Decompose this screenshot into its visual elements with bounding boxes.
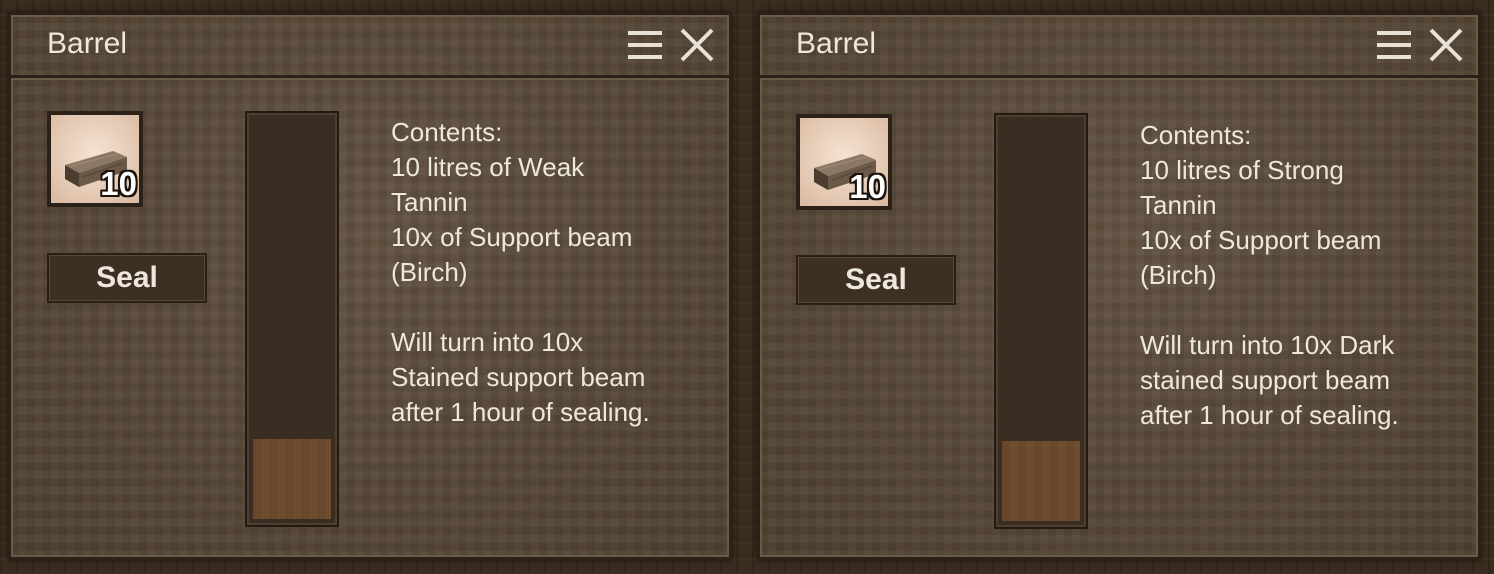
- result-line: Will turn into 10x Dark: [1140, 330, 1395, 360]
- contents-line: 10x of Support beam: [391, 222, 633, 252]
- contents-line: 10 litres of Strong: [1140, 155, 1344, 185]
- result-line: stained support beam: [1140, 365, 1391, 395]
- contents-line: (Birch): [1140, 260, 1217, 290]
- contents-line: (Birch): [391, 257, 468, 287]
- fluid-gauge: [994, 113, 1088, 529]
- item-count: 10: [100, 165, 137, 202]
- menu-icon[interactable]: [627, 27, 663, 63]
- contents-line: Contents:: [1140, 120, 1252, 150]
- dialog-title: Barrel: [796, 27, 877, 60]
- fluid-level-bar: [253, 439, 331, 519]
- fluid-gauge: [245, 111, 339, 527]
- close-icon[interactable]: [679, 27, 715, 63]
- result-line: Stained support beam: [391, 362, 646, 392]
- barrel-dialog-1: Barrel 10 Seal Contents: 10 litres of We…: [8, 12, 732, 560]
- dialog-title: Barrel: [47, 27, 128, 60]
- contents-line: 10 litres of Weak: [391, 152, 585, 182]
- contents-description: Contents: 10 litres of Weak Tannin 10x o…: [391, 115, 711, 430]
- result-line: after 1 hour of sealing.: [391, 397, 650, 427]
- item-count: 10: [849, 168, 886, 205]
- contents-line: Tannin: [1140, 190, 1217, 220]
- dialog-titlebar[interactable]: Barrel: [760, 15, 1478, 78]
- menu-icon[interactable]: [1376, 27, 1412, 63]
- result-line: Will turn into 10x: [391, 327, 584, 357]
- seal-button[interactable]: Seal: [796, 255, 956, 305]
- contents-line: Contents:: [391, 117, 503, 147]
- item-slot[interactable]: 10: [796, 114, 892, 210]
- contents-line: 10x of Support beam: [1140, 225, 1382, 255]
- barrel-dialog-2: Barrel 10 Seal Contents: 10 litres of St…: [757, 12, 1481, 560]
- contents-line: Tannin: [391, 187, 468, 217]
- item-slot[interactable]: 10: [47, 111, 143, 207]
- dialog-titlebar[interactable]: Barrel: [11, 15, 729, 78]
- close-icon[interactable]: [1428, 27, 1464, 63]
- result-line: after 1 hour of sealing.: [1140, 400, 1399, 430]
- seal-button[interactable]: Seal: [47, 253, 207, 303]
- contents-description: Contents: 10 litres of Strong Tannin 10x…: [1140, 118, 1460, 433]
- fluid-level-bar: [1002, 441, 1080, 521]
